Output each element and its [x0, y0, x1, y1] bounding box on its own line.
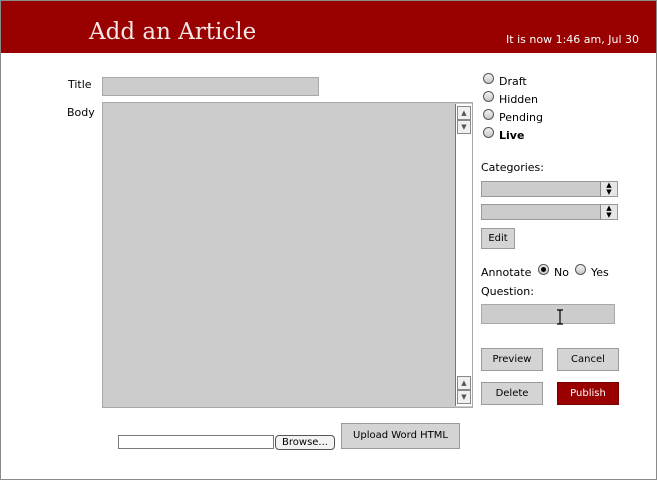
status-hidden-label: Hidden: [499, 93, 539, 106]
scroll-up-icon[interactable]: ▲: [457, 106, 471, 120]
clock-text: It is now 1:46 am, Jul 30: [506, 33, 639, 46]
status-pending-label: Pending: [499, 111, 543, 124]
categories-label: Categories:: [481, 161, 544, 174]
upload-word-html-button[interactable]: Upload Word HTML: [341, 423, 460, 449]
annotate-no-radio[interactable]: [538, 264, 549, 275]
header-bar: Add an Article It is now 1:46 am, Jul 30: [1, 1, 656, 53]
status-hidden-radio[interactable]: [483, 91, 494, 102]
body-scrollbar[interactable]: ▲ ▼ ▲ ▼: [455, 104, 472, 406]
text-cursor-icon: [557, 309, 563, 325]
scroll-down-icon[interactable]: ▼: [457, 390, 471, 404]
annotate-label: Annotate: [481, 266, 532, 279]
status-pending-radio[interactable]: [483, 109, 494, 120]
browse-button[interactable]: Browse...: [275, 435, 335, 450]
preview-button[interactable]: Preview: [481, 348, 543, 371]
scroll-down-icon[interactable]: ▼: [457, 120, 471, 134]
status-live-label: Live: [499, 129, 525, 142]
annotate-no-label: No: [554, 266, 569, 279]
body-textarea[interactable]: [102, 102, 473, 408]
annotate-yes-label: Yes: [591, 266, 609, 279]
status-live-radio[interactable]: [483, 127, 494, 138]
body-label: Body: [67, 106, 95, 119]
updown-arrows-icon: ▲ ▼: [600, 182, 617, 196]
updown-arrows-icon: ▲ ▼: [600, 205, 617, 219]
annotate-yes-radio[interactable]: [575, 264, 586, 275]
scroll-up-icon[interactable]: ▲: [457, 376, 471, 390]
question-label: Question:: [481, 285, 534, 298]
edit-categories-button[interactable]: Edit: [481, 228, 515, 249]
category-select-2[interactable]: ▲ ▼: [481, 204, 618, 220]
delete-button[interactable]: Delete: [481, 382, 543, 405]
title-label: Title: [68, 78, 92, 91]
page-title: Add an Article: [89, 19, 257, 45]
category-select-1[interactable]: ▲ ▼: [481, 181, 618, 197]
status-draft-radio[interactable]: [483, 73, 494, 84]
publish-button[interactable]: Publish: [557, 382, 619, 405]
cancel-button[interactable]: Cancel: [557, 348, 619, 371]
question-input[interactable]: [481, 304, 615, 324]
title-input[interactable]: [102, 77, 319, 96]
status-draft-label: Draft: [499, 75, 527, 88]
file-path-input[interactable]: [118, 435, 274, 449]
